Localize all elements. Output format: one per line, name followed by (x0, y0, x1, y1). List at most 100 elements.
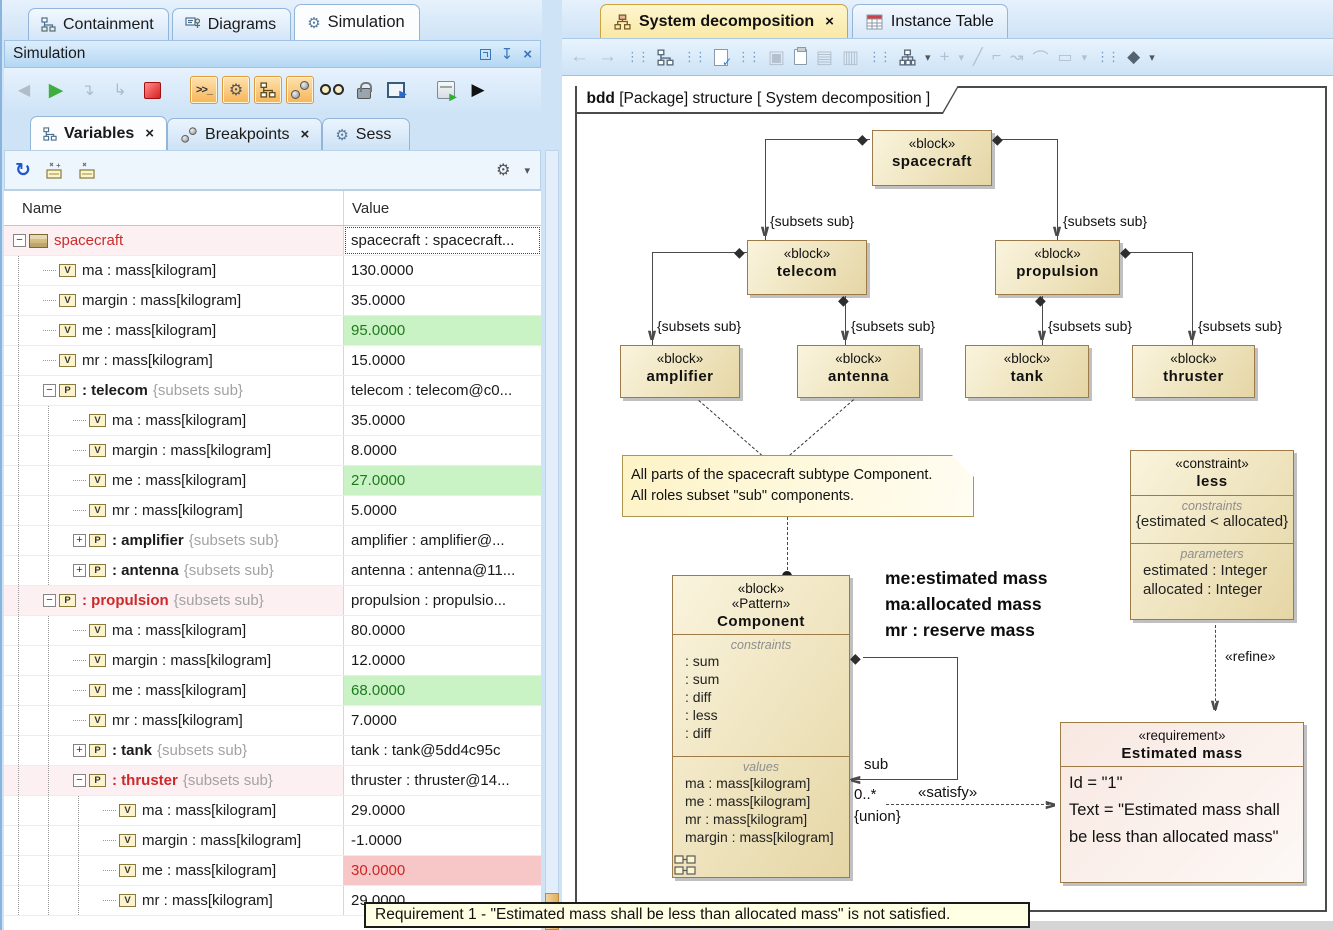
tab-session[interactable]: ⚙ Sess (322, 118, 410, 150)
table-options-gear-icon[interactable]: ⚙ (496, 160, 510, 180)
row-value-cell[interactable]: 68.0000 (344, 676, 541, 705)
row-value-cell[interactable]: telecom : telecom@c0... (344, 376, 541, 405)
delete-icon[interactable]: ▤ (816, 47, 833, 68)
add-value-icon[interactable]: + (45, 161, 64, 180)
row-name-cell[interactable]: −P: telecom{subsets sub} (4, 376, 344, 405)
row-name-cell[interactable]: Vme : mass[kilogram] (4, 316, 344, 345)
row-name-cell[interactable]: Vmargin : mass[kilogram] (4, 826, 344, 855)
row-name-cell[interactable]: +P: tank{subsets sub} (4, 736, 344, 765)
table-row[interactable]: Vma : mass[kilogram]29.0000 (4, 796, 541, 826)
step-over-icon[interactable]: ↳ (106, 76, 134, 104)
row-value-cell[interactable]: 95.0000 (344, 316, 541, 345)
more-toolbar-icon[interactable]: ▶ (464, 76, 492, 104)
row-name-cell[interactable]: Vmargin : mass[kilogram] (4, 436, 344, 465)
tab-instance-table[interactable]: Instance Table (852, 4, 1008, 38)
animation-back-icon[interactable]: ◀ (10, 76, 38, 104)
row-value-cell[interactable]: 80.0000 (344, 616, 541, 645)
tab-breakpoints[interactable]: Breakpoints × (167, 118, 322, 150)
lock-icon[interactable] (350, 76, 378, 104)
row-value-cell[interactable]: antenna : antenna@11... (344, 556, 541, 585)
style-bucket-icon[interactable]: ◆ (1127, 47, 1140, 67)
close-tab-icon[interactable]: × (301, 126, 310, 143)
row-value-cell[interactable]: 15.0000 (344, 346, 541, 375)
row-name-cell[interactable]: −spacecraft (4, 226, 344, 255)
table-row[interactable]: −P: telecom{subsets sub}telecom : teleco… (4, 376, 541, 406)
paste-icon[interactable] (794, 49, 807, 65)
row-name-cell[interactable]: +P: amplifier{subsets sub} (4, 526, 344, 555)
expand-toggle-icon[interactable]: + (73, 534, 86, 547)
row-name-cell[interactable]: +P: antenna{subsets sub} (4, 556, 344, 585)
block-antenna[interactable]: «block» antenna (797, 345, 920, 398)
path-tool-icon[interactable]: ↝ (1010, 47, 1023, 67)
block-amplifier[interactable]: «block» amplifier (620, 345, 740, 398)
copy-icon[interactable]: ▣ (768, 47, 785, 68)
table-row[interactable]: Vmargin : mass[kilogram]12.0000 (4, 646, 541, 676)
row-name-cell[interactable]: Vma : mass[kilogram] (4, 616, 344, 645)
table-row[interactable]: Vmr : mass[kilogram]15.0000 (4, 346, 541, 376)
options-gear-button[interactable]: ⚙ (222, 76, 250, 104)
block-telecom[interactable]: «block» telecom (747, 240, 867, 295)
close-tab-icon[interactable]: × (145, 125, 154, 142)
row-value-cell[interactable]: 35.0000 (344, 406, 541, 435)
block-less-constraint[interactable]: «constraint» less constraints {estimated… (1130, 450, 1294, 620)
row-name-cell[interactable]: Vma : mass[kilogram] (4, 406, 344, 435)
run-icon[interactable]: ▶ (42, 76, 70, 104)
table-row[interactable]: −P: thruster{subsets sub}thruster : thru… (4, 766, 541, 796)
pin-icon[interactable]: ↧ (501, 48, 514, 61)
remove-value-icon[interactable] (78, 161, 97, 180)
navigate-back-icon[interactable]: ← (570, 46, 589, 68)
tab-containment[interactable]: Containment (28, 8, 169, 40)
table-row[interactable]: −P: propulsion{subsets sub}propulsion : … (4, 586, 541, 616)
row-name-cell[interactable]: Vme : mass[kilogram] (4, 856, 344, 885)
row-name-cell[interactable]: −P: thruster{subsets sub} (4, 766, 344, 795)
collapse-toggle-icon[interactable]: − (43, 384, 56, 397)
console-toggle-button[interactable]: >>_ (190, 76, 218, 104)
line-tool-icon[interactable]: ╱ (973, 47, 983, 67)
table-row[interactable]: +P: tank{subsets sub}tank : tank@5dd4c95… (4, 736, 541, 766)
chevron-down-icon[interactable]: ▾ (959, 51, 965, 64)
variables-scrollbar-track[interactable] (545, 150, 559, 930)
table-row[interactable]: Vme : mass[kilogram]68.0000 (4, 676, 541, 706)
row-value-cell[interactable]: 5.0000 (344, 496, 541, 525)
row-name-cell[interactable]: −P: propulsion{subsets sub} (4, 586, 344, 615)
chevron-down-icon[interactable]: ▾ (1149, 51, 1155, 64)
close-panel-icon[interactable]: × (523, 48, 532, 61)
row-value-cell[interactable]: 8.0000 (344, 436, 541, 465)
export-icon[interactable] (382, 76, 410, 104)
table-row[interactable]: +P: antenna{subsets sub}antenna : antenn… (4, 556, 541, 586)
row-value-cell[interactable]: 130.0000 (344, 256, 541, 285)
block-propulsion[interactable]: «block» propulsion (995, 240, 1120, 295)
navigate-forward-icon[interactable]: → (598, 46, 617, 68)
table-row[interactable]: Vmargin : mass[kilogram]8.0000 (4, 436, 541, 466)
row-name-cell[interactable]: Vmr : mass[kilogram] (4, 706, 344, 735)
row-value-cell[interactable]: thruster : thruster@14... (344, 766, 541, 795)
row-value-cell[interactable]: 29.0000 (344, 796, 541, 825)
row-name-cell[interactable]: Vmr : mass[kilogram] (4, 496, 344, 525)
expand-toggle-icon[interactable]: + (73, 564, 86, 577)
table-row[interactable]: +P: amplifier{subsets sub}amplifier : am… (4, 526, 541, 556)
expand-toggle-icon[interactable]: + (73, 744, 86, 757)
tab-system-decomposition[interactable]: System decomposition × (600, 4, 848, 38)
row-value-cell[interactable]: spacecraft : spacecraft... (344, 226, 541, 255)
table-row[interactable]: Vmr : mass[kilogram]5.0000 (4, 496, 541, 526)
run-config-icon[interactable] (432, 76, 460, 104)
show-containment-icon[interactable] (657, 49, 674, 66)
row-name-cell[interactable]: Vme : mass[kilogram] (4, 466, 344, 495)
delete-from-model-icon[interactable]: ▥ (842, 47, 859, 68)
tab-simulation[interactable]: ⚙ Simulation (294, 4, 420, 40)
note[interactable]: All parts of the spacecraft subtype Comp… (622, 455, 974, 517)
step-into-icon[interactable]: ↴ (74, 76, 102, 104)
column-header-value[interactable]: Value (344, 200, 389, 217)
row-name-cell[interactable]: Vmr : mass[kilogram] (4, 346, 344, 375)
row-name-cell[interactable]: Vmargin : mass[kilogram] (4, 646, 344, 675)
corner-line-tool-icon[interactable]: ⌐ (992, 48, 1001, 66)
table-row[interactable]: Vme : mass[kilogram]30.0000 (4, 856, 541, 886)
collapse-toggle-icon[interactable]: − (73, 774, 86, 787)
table-row[interactable]: −spacecraftspacecraft : spacecraft... (4, 226, 541, 256)
breakpoints-pane-button[interactable] (286, 76, 314, 104)
row-value-cell[interactable]: 27.0000 (344, 466, 541, 495)
tab-diagrams[interactable]: Diagrams (172, 8, 291, 40)
refresh-icon[interactable]: ↻ (15, 159, 31, 182)
block-component[interactable]: «block» «Pattern» Component constraints … (672, 575, 850, 878)
table-row[interactable]: Vme : mass[kilogram]95.0000 (4, 316, 541, 346)
